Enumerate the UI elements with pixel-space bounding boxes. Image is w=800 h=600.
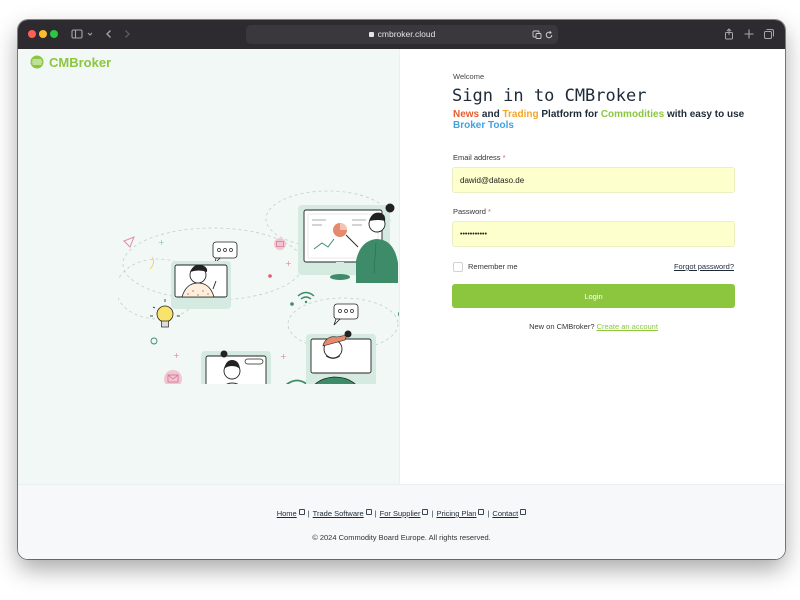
external-link-icon [478,509,485,515]
footer-link-pricing-plan[interactable]: Pricing Plan [436,509,476,518]
page: CMBroker + + + + Welcome Sign in to CMBr… [18,49,785,559]
welcome-text: Welcome [453,72,485,81]
tagline-commodities: Commodities [600,109,665,120]
url-label: cmbroker.cloud [377,29,436,39]
tagline-easy-to-use: with easy to use [664,109,745,120]
browser-toolbar: cmbroker.cloud [18,20,785,49]
cmbroker-logo-icon [30,55,44,69]
minimize-window-button[interactable] [39,30,47,38]
remember-me-checkbox[interactable] [453,261,463,272]
address-bar-text[interactable]: cmbroker.cloud [246,25,558,44]
brand-name: CMBroker [49,54,112,70]
footer-link-trade-software[interactable]: Trade Software [313,509,364,518]
zoom-window-button[interactable] [50,30,58,38]
share-icon[interactable] [723,26,735,42]
remember-me[interactable]: Remember me [453,261,518,272]
tagline-broker-tools: Broker Tools [453,120,514,131]
password-label-text: Password [453,207,486,216]
new-account-prompt: New on CMBroker? Create an account [452,322,735,331]
new-tab-icon[interactable] [743,26,755,42]
login-button[interactable]: Login [452,284,735,308]
tagline-news: News [453,109,480,120]
footer-separator: | [374,509,377,518]
password-required-mark: * [488,207,491,216]
copyright: © 2024 Commodity Board Europe. All right… [312,533,491,542]
forgot-password-link[interactable]: Forgot password? [674,262,734,271]
brand-logo[interactable]: CMBroker [30,54,111,70]
footer-separator: | [307,509,310,518]
remember-me-label[interactable]: Remember me [468,262,518,271]
external-link-icon [422,509,429,515]
footer-links: Home | Trade Software | For Supplier | Pricing… [18,509,785,518]
translate-icon[interactable] [532,27,542,43]
email-field[interactable] [452,167,735,193]
tagline-trading: Trading [502,109,539,120]
page-title: Sign in to CMBroker [452,86,647,106]
email-required-mark: * [502,153,506,162]
browser-window: cmbroker.cloud CMBroker + + + + Welcome … [18,20,785,559]
chevron-down-icon[interactable] [86,26,94,42]
svg-text:+: + [173,351,180,360]
svg-text:+: + [285,259,292,268]
address-bar[interactable]: cmbroker.cloud [246,25,558,44]
forward-icon[interactable] [122,26,132,42]
external-link-icon [298,509,305,515]
tagline-platform-for: Platform for [538,109,601,120]
sidebar-icon[interactable] [70,26,84,42]
people-online-illustration: + + + + [118,190,403,384]
footer-link-home[interactable]: Home [277,509,297,518]
external-link-icon [365,509,372,515]
lock-icon [368,32,374,37]
reload-icon[interactable] [544,27,554,43]
footer: Home | Trade Software | For Supplier | Pricing… [18,484,785,559]
footer-link-for-supplier[interactable]: For Supplier [380,509,421,518]
password-field[interactable] [452,221,735,247]
login-panel: Welcome Sign in to CMBroker News and Tra… [399,49,785,484]
email-label: Email address * [453,153,506,162]
back-icon[interactable] [104,26,114,42]
email-label-text: Email address [453,153,501,162]
close-window-button[interactable] [28,30,36,38]
create-account-link[interactable]: Create an account [597,322,658,331]
tagline: News and Trading Platform for Commoditie… [453,109,753,131]
password-label: Password * [453,207,491,216]
tabs-overview-icon[interactable] [763,26,775,42]
svg-text:+: + [280,352,287,361]
svg-text:+: + [158,238,165,247]
new-account-text: New on CMBroker? [529,322,595,331]
illustration-panel: CMBroker + + + + [18,49,403,484]
tagline-and: and [479,109,503,120]
footer-link-contact[interactable]: Contact [492,509,518,518]
external-link-icon [520,509,527,515]
footer-separator: | [431,509,434,518]
footer-separator: | [487,509,490,518]
